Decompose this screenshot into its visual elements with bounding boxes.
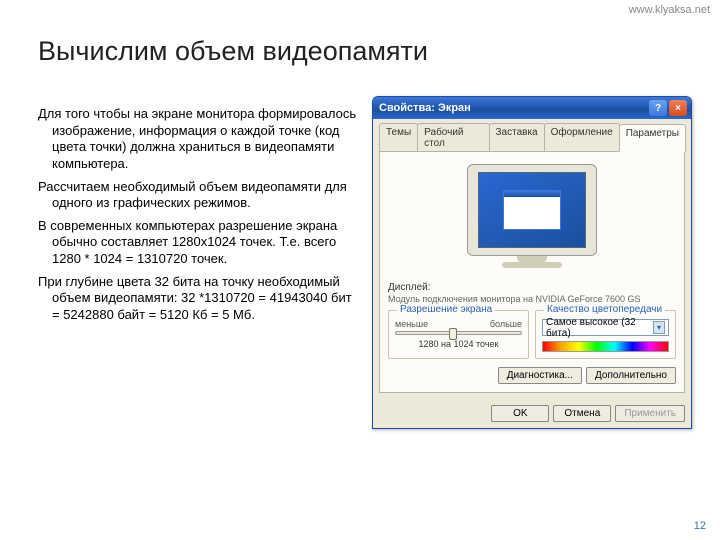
color-quality-group-title: Качество цветопередачи [544, 304, 665, 315]
tab-themes[interactable]: Темы [379, 123, 418, 151]
diagnostics-button[interactable]: Диагностика... [498, 367, 582, 384]
paragraph: В современных компьютерах разрешение экр… [38, 218, 358, 268]
paragraph: При глубине цвета 32 бита на точку необх… [38, 274, 358, 324]
display-info: Модуль подключения монитора на NVIDIA Ge… [388, 294, 676, 304]
color-quality-group: Качество цветопередачи Самое высокое (32… [535, 310, 676, 359]
resolution-less-label: меньше [395, 319, 428, 329]
monitor-preview [457, 164, 607, 274]
resolution-group: Разрешение экрана меньше больше 1280 на … [388, 310, 529, 359]
color-preview [542, 341, 669, 352]
watermark: www.klyaksa.net [629, 4, 710, 16]
tab-strip: Темы Рабочий стол Заставка Оформление Па… [373, 119, 691, 151]
slide-title: Вычислим объем видеопамяти [38, 36, 428, 67]
cancel-button[interactable]: Отмена [553, 405, 611, 422]
resolution-value: 1280 на 1024 точек [395, 339, 522, 349]
help-icon[interactable]: ? [649, 100, 667, 116]
tab-body: Дисплей: Модуль подключения монитора на … [379, 151, 685, 393]
color-quality-combo[interactable]: Самое высокое (32 бита) ▾ [542, 319, 669, 336]
close-icon[interactable]: × [669, 100, 687, 116]
tab-desktop[interactable]: Рабочий стол [417, 123, 489, 151]
body-text: Для того чтобы на экране монитора формир… [38, 106, 358, 330]
page-number: 12 [694, 520, 706, 532]
slider-thumb-icon[interactable] [449, 328, 457, 340]
resolution-group-title: Разрешение экрана [397, 304, 495, 315]
color-quality-value: Самое высокое (32 бита) [546, 317, 653, 339]
resolution-slider[interactable] [395, 331, 522, 335]
ok-button[interactable]: OK [491, 405, 549, 422]
tab-screensaver[interactable]: Заставка [489, 123, 545, 151]
apply-button[interactable]: Применить [615, 405, 685, 422]
resolution-more-label: больше [490, 319, 522, 329]
chevron-down-icon[interactable]: ▾ [653, 321, 665, 334]
titlebar[interactable]: Свойства: Экран ? × [373, 97, 691, 119]
dialog-title: Свойства: Экран [379, 102, 471, 114]
display-properties-dialog: Свойства: Экран ? × Темы Рабочий стол За… [372, 96, 692, 429]
dialog-footer: OK Отмена Применить [373, 399, 691, 428]
tab-settings[interactable]: Параметры [619, 124, 686, 152]
display-label: Дисплей: [388, 282, 676, 293]
tab-appearance[interactable]: Оформление [544, 123, 620, 151]
paragraph: Рассчитаем необходимый объем видеопамяти… [38, 179, 358, 212]
advanced-button[interactable]: Дополнительно [586, 367, 676, 384]
paragraph: Для того чтобы на экране монитора формир… [38, 106, 358, 173]
